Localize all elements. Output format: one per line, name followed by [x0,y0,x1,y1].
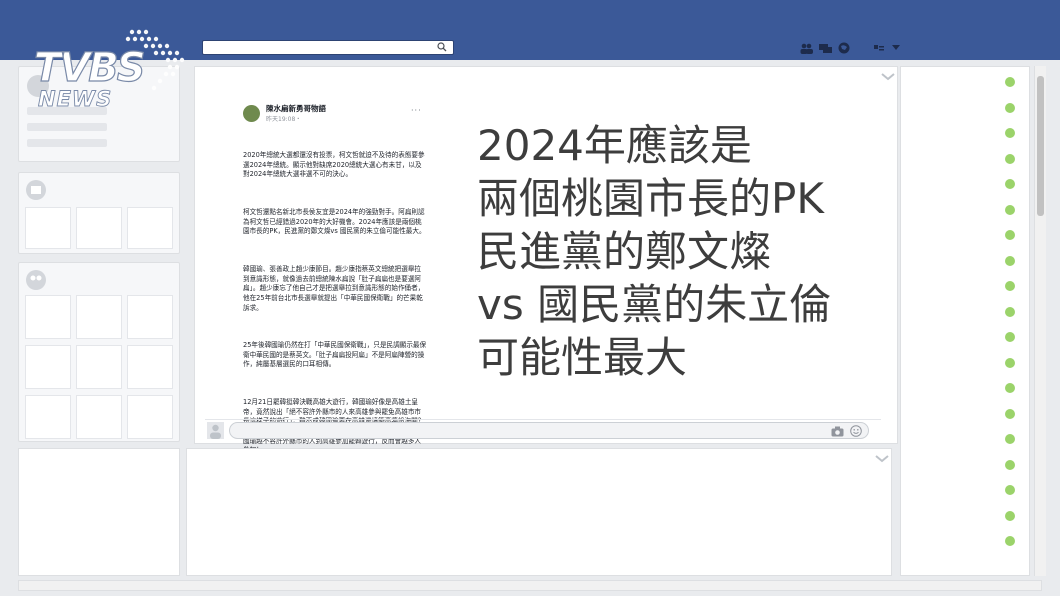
post-more-options[interactable]: ··· [411,106,422,115]
online-dot [1005,485,1015,495]
friend-thumb-placeholder [127,295,173,339]
comment-bar [205,419,881,439]
post-header: 陳水扁新勇哥物語 昨天19:08・ [243,103,427,123]
photo-thumb-placeholder [25,207,71,249]
post-paragraph: 韓國瑜、張善政上趙少康節目。趙少康指蔡英文總統把選舉拉到意識形態，就像過去前總統… [243,265,425,312]
headline-line: 民進黨的鄭文燦 [477,227,772,276]
horizontal-scrollbar[interactable] [18,580,1042,591]
online-dot [1005,536,1015,546]
headline-line: 2024年應該是 [477,121,752,170]
online-dot [1005,408,1015,419]
online-dot [1005,459,1015,470]
comment-input[interactable] [229,422,869,439]
online-dot [1005,281,1015,291]
online-dot [1005,510,1015,521]
online-dot [1005,77,1015,87]
search-input[interactable] [202,40,454,55]
online-dot [1005,153,1015,164]
photos-placeholder-card [18,172,180,254]
photo-thumb-placeholder [76,207,122,249]
friend-thumb-placeholder [76,295,122,339]
online-dot [1005,179,1015,189]
friend-requests-icon[interactable] [800,43,813,54]
post-paragraph: 25年後韓國瑜仍然在打「中華民國保衛戰」，只是民調顯示最保衛中華民國的是蔡英文。… [243,341,427,369]
friend-thumb-placeholder [25,345,71,389]
post-paragraph: 柯文哲還點名新北市長侯友宜是2024年的強勁對手。阿扁則認為柯文哲已經錯過202… [243,208,426,236]
chat-sidebar [900,66,1030,576]
post-options-chevron-icon[interactable] [875,455,889,463]
friends-icon [26,270,46,290]
messages-icon[interactable] [819,43,832,54]
online-dot [1005,306,1015,317]
post-options-chevron-icon[interactable] [881,73,895,81]
commenter-avatar-icon [207,422,224,439]
headline-overlay: 2024年應該是 兩個桃園市長的PK 民進黨的鄭文燦 vs 國民黨的朱立倫 可能… [477,119,831,384]
account-icon[interactable] [874,43,886,53]
chevron-down-icon[interactable] [892,45,900,51]
online-status-list [1005,77,1015,546]
next-post-card [186,448,892,576]
camera-icon[interactable] [831,426,844,437]
photo-icon [26,180,46,200]
logo-text-tvbs: TVBS [34,45,144,91]
friend-thumb-placeholder [25,295,71,339]
post-author[interactable]: 陳水扁新勇哥物語 [266,103,326,114]
notifications-globe-icon[interactable] [838,42,850,54]
logo-text-news: NEWS [38,87,112,110]
vertical-scrollbar[interactable] [1034,66,1046,576]
headline-line: 可能性最大 [477,333,688,382]
post-timestamp[interactable]: 昨天19:08・ [266,114,326,123]
headline-line: vs 國民黨的朱立倫 [477,280,832,329]
online-dot [1005,230,1015,240]
online-dot [1005,357,1015,368]
post-card: 陳水扁新勇哥物語 昨天19:08・ 2020年總統大選都還沒有投票，柯文哲就迫不… [194,66,898,454]
online-dot [1005,383,1015,393]
friend-thumb-placeholder [25,395,71,439]
online-dot [1005,434,1015,444]
tvbs-news-logo: TVBS NEWS [33,29,185,110]
author-avatar[interactable] [243,104,260,122]
online-dot [1005,204,1015,215]
online-dot [1005,332,1015,342]
scrollbar-thumb[interactable] [1037,76,1044,216]
friend-thumb-placeholder [76,395,122,439]
post-paragraph: 2020年總統大選都還沒有投票，柯文哲就迫不及待的表態要參選2024年總統。顯示… [243,151,425,179]
friends-placeholder-card [18,262,180,442]
online-dot [1005,128,1015,138]
photo-thumb-placeholder [127,207,173,249]
search-icon[interactable] [437,42,447,52]
friend-thumb-placeholder [127,345,173,389]
friend-thumb-placeholder [76,345,122,389]
lower-left-placeholder [18,448,180,576]
online-dot [1005,255,1015,266]
friend-thumb-placeholder [127,395,173,439]
online-dot [1005,102,1015,113]
headline-line: 兩個桃園市長的PK [477,174,824,223]
placeholder-line [27,123,107,131]
emoji-icon[interactable] [850,425,862,437]
placeholder-line [27,139,107,147]
